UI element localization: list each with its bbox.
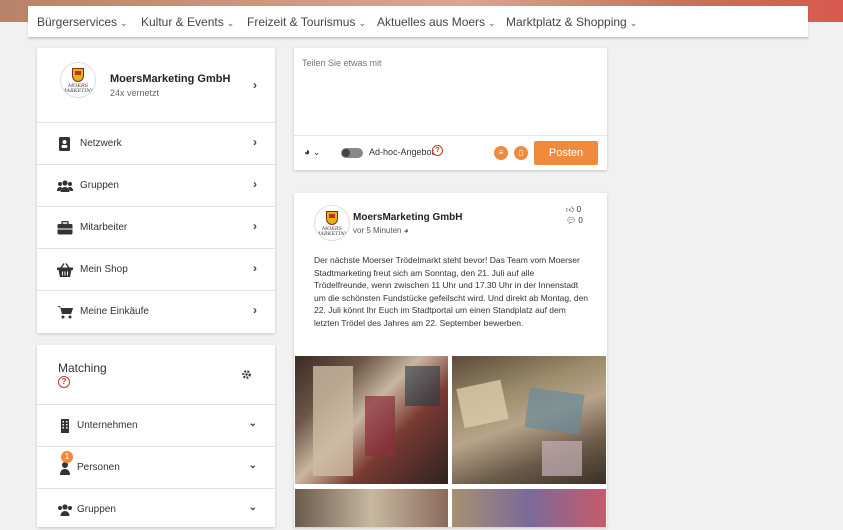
like-counter[interactable]: 👍︎ 0 (566, 205, 581, 215)
menu-item-mitarbeiter[interactable]: Mitarbeiter › (37, 206, 275, 248)
help-icon[interactable]: ? (58, 376, 70, 388)
adhoc-toggle[interactable] (341, 148, 363, 158)
users-icon (58, 504, 72, 516)
chevron-right-icon: › (253, 78, 257, 92)
help-icon[interactable]: ? (432, 145, 443, 156)
divider (294, 135, 607, 136)
address-book-icon (59, 137, 70, 151)
nav-item-aktuelles[interactable]: Aktuelles aus Moers ⌄ (377, 15, 496, 29)
post-time: vor 5 Minuten ◕ (353, 226, 409, 235)
feed-post: MOERS MARKETING MoersMarketing GmbH vor 5… (294, 193, 607, 527)
globe-icon: ◕ (304, 147, 311, 158)
chevron-down-icon: ⌄ (248, 418, 257, 429)
basket-icon (57, 263, 73, 277)
chevron-down-icon: ⌄ (248, 502, 257, 513)
chevron-down-icon: ⌄ (488, 18, 496, 28)
cart-icon (57, 306, 73, 319)
nav-item-freizeit-tourismus[interactable]: Freizeit & Tourismus ⌄ (247, 15, 366, 29)
composer-input[interactable] (300, 56, 599, 130)
matching-item-unternehmen[interactable]: Unternehmen ⌄ (37, 404, 275, 446)
offer-icon[interactable]: ≡ (494, 146, 508, 160)
chevron-down-icon: ⌄ (629, 18, 638, 28)
chevron-down-icon: ⌄ (248, 460, 257, 471)
profile-header[interactable]: MOERS MARKETING MoersMarketing GmbH 24x v… (37, 48, 275, 122)
building-icon (61, 419, 69, 433)
nav-item-buergerservices[interactable]: Bürgerservices ⌄ (37, 15, 128, 29)
menu-item-netzwerk[interactable]: Netzwerk › (37, 122, 275, 164)
shield-icon (72, 68, 84, 82)
document-icon[interactable]: ▯ (514, 146, 528, 160)
nav-item-marktplatz-shopping[interactable]: Marktplatz & Shopping ⌄ (506, 15, 637, 29)
post-text: Der nächste Moerser Trödelmarkt steht be… (314, 255, 589, 328)
notification-badge: 1 (61, 451, 73, 463)
matching-item-gruppen[interactable]: Gruppen ⌄ (37, 488, 275, 530)
adhoc-label: Ad-hoc-Angebot (369, 147, 435, 157)
post-composer: ◕ ⌄ Ad-hoc-Angebot ? ≡ ▯ Posten (294, 48, 607, 170)
menu-item-meine-einkaeufe[interactable]: Meine Einkäufe › (37, 290, 275, 332)
post-photo-1[interactable] (295, 356, 448, 484)
post-author[interactable]: MoersMarketing GmbH (353, 212, 462, 223)
comments-icon: 💬︎ (566, 216, 577, 225)
post-photo-3[interactable] (295, 489, 448, 527)
nav-item-kultur-events[interactable]: Kultur & Events ⌄ (141, 15, 234, 29)
chevron-down-icon: ⌄ (312, 147, 321, 157)
post-photo-2[interactable] (452, 356, 606, 484)
chevron-right-icon: › (253, 177, 257, 191)
menu-item-gruppen[interactable]: Gruppen › (37, 164, 275, 206)
briefcase-icon (57, 221, 73, 235)
chevron-right-icon: › (253, 261, 257, 275)
company-logo: MOERS MARKETING (60, 62, 96, 98)
profile-name: MoersMarketing GmbH (110, 73, 231, 85)
author-avatar[interactable]: MOERS MARKETING (314, 205, 350, 241)
comment-counter[interactable]: 💬︎ 0 (566, 216, 583, 225)
chevron-right-icon: › (253, 303, 257, 317)
person-icon (60, 462, 70, 475)
shield-icon (326, 211, 338, 225)
main-nav: Bürgerservices ⌄ Kultur & Events ⌄ Freizei… (28, 6, 808, 38)
chevron-down-icon: ⌄ (120, 18, 128, 28)
matching-title: Matching (58, 361, 107, 375)
post-photo-4[interactable] (452, 489, 606, 527)
matching-item-personen[interactable]: 1 Personen ⌄ (37, 446, 275, 488)
thumbs-up-icon: 👍︎ (566, 205, 575, 214)
globe-icon: ◕ (403, 226, 409, 235)
users-icon (57, 180, 73, 192)
profile-connections: 24x vernetzt (110, 88, 160, 98)
matching-card: Matching ? Unternehmen ⌄ 1 Personen ⌄ Gr… (37, 345, 275, 527)
chevron-down-icon: ⌄ (226, 18, 235, 28)
chevron-right-icon: › (253, 219, 257, 233)
menu-item-mein-shop[interactable]: Mein Shop › (37, 248, 275, 290)
chevron-right-icon: › (253, 135, 257, 149)
visibility-selector[interactable]: ◕ ⌄ (304, 147, 320, 158)
chevron-down-icon: ⌄ (358, 18, 367, 28)
profile-card: MOERS MARKETING MoersMarketing GmbH 24x v… (37, 48, 275, 333)
gear-icon[interactable] (241, 369, 252, 380)
post-button[interactable]: Posten (534, 141, 598, 165)
